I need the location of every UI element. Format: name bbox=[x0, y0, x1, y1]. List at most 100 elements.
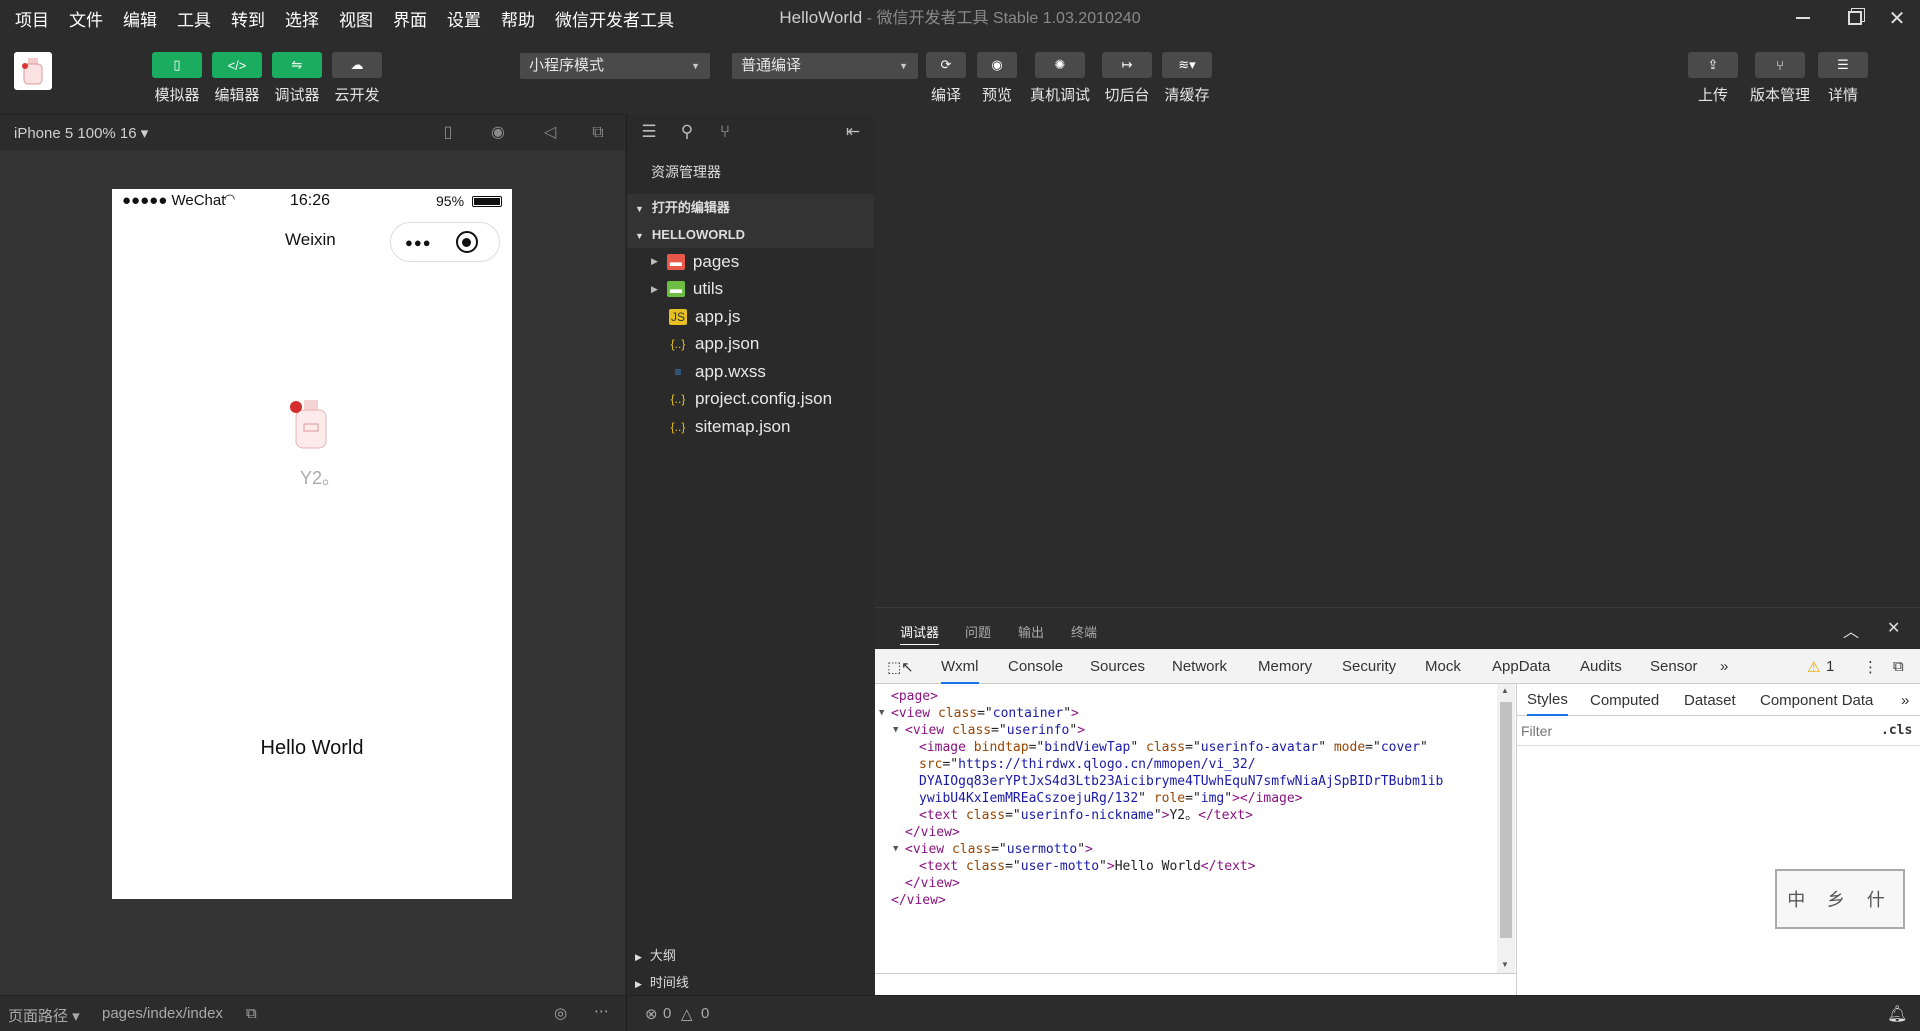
preview-button[interactable]: ◉ 预览 bbox=[977, 52, 1017, 105]
menu-item-3[interactable]: 工具 bbox=[177, 6, 211, 31]
more-tabs-icon[interactable]: » bbox=[1720, 658, 1728, 675]
styles-filter-input[interactable] bbox=[1521, 719, 1861, 743]
tab-console[interactable]: Console bbox=[1008, 658, 1063, 675]
file-item[interactable]: {..} project.config.json bbox=[627, 386, 874, 414]
more-dots-icon[interactable]: ●●● bbox=[405, 235, 432, 250]
bell-icon[interactable]: 🔔︎ bbox=[1887, 1004, 1907, 1024]
background-button[interactable]: ↦ 切后台 bbox=[1102, 52, 1152, 105]
tab-output[interactable]: 输出 bbox=[1018, 622, 1044, 641]
tab-appdata[interactable]: AppData bbox=[1492, 658, 1550, 675]
clear-cache-button[interactable]: ≋▾ 清缓存 bbox=[1162, 52, 1212, 105]
wxml-node[interactable]: DYAIOgq83erYPtJxS4d3Ltb23Aicibryme4TUwhE… bbox=[919, 773, 1443, 790]
debugger-button[interactable]: ⇋ 调试器 bbox=[272, 52, 322, 105]
tab-styles[interactable]: Styles bbox=[1527, 684, 1568, 716]
avatar[interactable] bbox=[14, 52, 52, 90]
tab-network[interactable]: Network bbox=[1172, 658, 1227, 675]
list-icon[interactable]: ☰ bbox=[639, 122, 659, 142]
copy-icon[interactable]: ⧉ bbox=[246, 1005, 257, 1022]
wxml-node[interactable]: <page> bbox=[891, 688, 938, 705]
user-avatar-image[interactable] bbox=[282, 386, 338, 454]
details-button[interactable]: ☰ 详情 bbox=[1818, 52, 1868, 105]
wxml-scrollbar[interactable]: ▲ ▼ bbox=[1497, 684, 1515, 973]
page-path-select[interactable]: 页面路径 ▾ bbox=[8, 1005, 80, 1026]
devtools-warning-count[interactable]: 1 bbox=[1826, 658, 1834, 675]
wxml-node[interactable]: </view> bbox=[891, 892, 946, 909]
tab-component-data[interactable]: Component Data bbox=[1760, 692, 1873, 709]
tab-audits[interactable]: Audits bbox=[1580, 658, 1622, 675]
volume-icon[interactable]: ◁ bbox=[540, 123, 560, 143]
tab-sources[interactable]: Sources bbox=[1090, 658, 1145, 675]
wxml-node[interactable]: </view> bbox=[905, 824, 960, 841]
caret-down-icon[interactable]: ▼ bbox=[879, 705, 884, 722]
more-icon[interactable]: ⋯ bbox=[594, 1002, 609, 1020]
device-select[interactable]: iPhone 5 100% 16 ▾ bbox=[14, 124, 148, 142]
file-item[interactable]: JS app.js bbox=[627, 303, 874, 331]
menu-item-6[interactable]: 视图 bbox=[339, 6, 373, 31]
eye-icon[interactable]: ◎ bbox=[554, 1004, 567, 1022]
menu-item-10[interactable]: 微信开发者工具 bbox=[555, 6, 674, 31]
search-icon[interactable]: ⚲ bbox=[677, 122, 697, 142]
open-editors-section[interactable]: ▼ 打开的编辑器 bbox=[627, 194, 874, 221]
record-icon[interactable]: ◉ bbox=[488, 123, 508, 143]
wxml-node[interactable]: ▼ <view class="userinfo"> bbox=[893, 722, 1085, 739]
close-miniprogram-icon[interactable] bbox=[455, 231, 478, 253]
wxml-node[interactable]: ywibU4KxIemMREaCszoejuRg/132" role="img"… bbox=[919, 790, 1303, 807]
file-item[interactable]: {..} sitemap.json bbox=[627, 413, 874, 441]
wxml-node[interactable]: <text class="userinfo-nickname">Y2。</tex… bbox=[919, 807, 1253, 824]
cloud-button[interactable]: ☁ 云开发 bbox=[332, 52, 382, 105]
collapse-panel-icon[interactable]: ⇤ bbox=[843, 122, 863, 142]
wxml-node[interactable]: <image bindtap="bindViewTap" class="user… bbox=[919, 739, 1428, 756]
caret-down-icon[interactable]: ▼ bbox=[893, 841, 898, 858]
tab-problems[interactable]: 问题 bbox=[965, 622, 991, 641]
real-device-debug-button[interactable]: ✺ 真机调试 bbox=[1030, 52, 1090, 105]
compile-button[interactable]: ⟳ 编译 bbox=[926, 52, 966, 105]
file-item[interactable]: ≡ app.wxss bbox=[627, 358, 874, 386]
tab-security[interactable]: Security bbox=[1342, 658, 1396, 675]
dock-icon[interactable]: ⧉ bbox=[1893, 658, 1904, 675]
wxml-node[interactable]: <text class="user-motto">Hello World</te… bbox=[919, 858, 1256, 875]
kebab-menu-icon[interactable]: ⋮ bbox=[1863, 658, 1878, 676]
menu-item-5[interactable]: 选择 bbox=[285, 6, 319, 31]
branch-icon[interactable]: ⑂ bbox=[715, 122, 735, 142]
wxml-node[interactable]: ▼ <view class="container"> bbox=[879, 705, 1079, 722]
wxml-node[interactable]: src="https://thirdwx.qlogo.cn/mmopen/vi_… bbox=[919, 756, 1256, 773]
maximize-button[interactable] bbox=[1832, 0, 1878, 36]
menu-item-4[interactable]: 转到 bbox=[231, 6, 265, 31]
tab-memory[interactable]: Memory bbox=[1258, 658, 1312, 675]
tab-terminal[interactable]: 终端 bbox=[1071, 622, 1097, 641]
minimize-button[interactable] bbox=[1780, 0, 1826, 36]
popout-icon[interactable]: ⧉ bbox=[588, 123, 608, 143]
outline-section[interactable]: ▶ 大纲 bbox=[627, 942, 874, 969]
close-icon[interactable]: ✕ bbox=[1887, 618, 1900, 638]
wxml-node[interactable]: </view> bbox=[905, 875, 960, 892]
project-section[interactable]: ▼ HELLOWORLD bbox=[627, 221, 874, 248]
problems-status[interactable]: ⊗ 0 △ 0 bbox=[626, 995, 874, 1031]
menu-item-1[interactable]: 文件 bbox=[69, 6, 103, 31]
editor-button[interactable]: </> 编辑器 bbox=[212, 52, 262, 105]
inspect-icon[interactable]: ⬚↖ bbox=[887, 658, 914, 676]
tab-debugger[interactable]: 调试器 bbox=[900, 622, 940, 645]
version-button[interactable]: ⑂ 版本管理 bbox=[1750, 52, 1810, 105]
scroll-down-icon[interactable]: ▼ bbox=[1501, 960, 1509, 969]
wxml-node[interactable]: ▼ <view class="usermotto"> bbox=[893, 841, 1093, 858]
folder-item[interactable]: ▶ ▬ utils bbox=[627, 276, 874, 304]
tab-computed[interactable]: Computed bbox=[1590, 692, 1659, 709]
menu-item-2[interactable]: 编辑 bbox=[123, 6, 157, 31]
folder-item[interactable]: ▶ ▬ pages bbox=[627, 248, 874, 276]
compile-select[interactable]: 普通编译 ▼ bbox=[732, 53, 918, 79]
tab-sensor[interactable]: Sensor bbox=[1650, 658, 1698, 675]
warning-icon[interactable]: ⚠ bbox=[1807, 658, 1820, 676]
phone-icon[interactable]: ▯ bbox=[438, 123, 458, 143]
scrollbar-thumb[interactable] bbox=[1500, 702, 1512, 938]
scroll-up-icon[interactable]: ▲ bbox=[1501, 686, 1509, 695]
file-item[interactable]: {..} app.json bbox=[627, 331, 874, 359]
menu-item-0[interactable]: 项目 bbox=[15, 6, 49, 31]
tab-mock[interactable]: Mock bbox=[1425, 658, 1461, 675]
mode-select[interactable]: 小程序模式 ▼ bbox=[520, 53, 710, 79]
simulator-button[interactable]: ▯ 模拟器 bbox=[152, 52, 202, 105]
more-tabs-icon[interactable]: » bbox=[1901, 692, 1909, 709]
menu-item-9[interactable]: 帮助 bbox=[501, 6, 535, 31]
cls-button[interactable]: .cls bbox=[1881, 723, 1912, 738]
menu-item-8[interactable]: 设置 bbox=[447, 6, 481, 31]
timeline-section[interactable]: ▶ 时间线 bbox=[627, 969, 874, 996]
